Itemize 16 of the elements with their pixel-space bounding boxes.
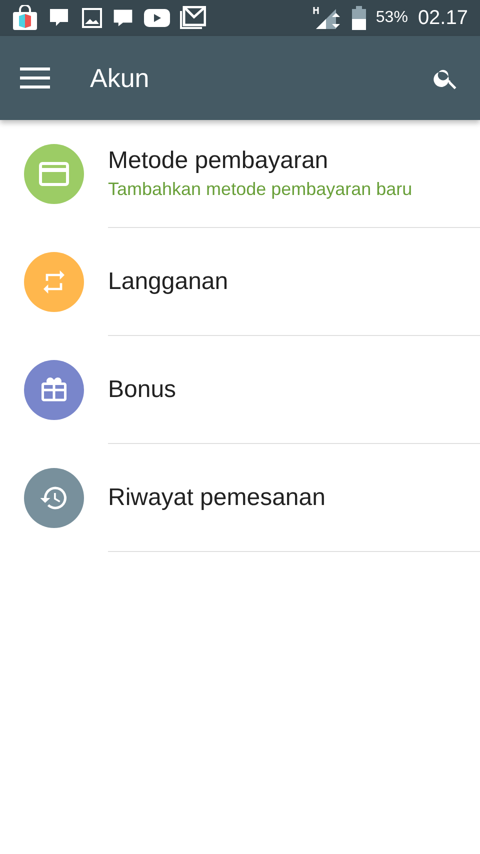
screen-title: Akun bbox=[90, 62, 150, 94]
store-bag-icon bbox=[12, 5, 38, 31]
battery-icon bbox=[352, 6, 366, 30]
play-icon bbox=[144, 8, 170, 28]
item-subtitle: Tambahkan metode pembayaran baru bbox=[108, 179, 414, 200]
item-title[interactable]: Metode pembayaran bbox=[108, 147, 480, 175]
mail-icon bbox=[180, 6, 206, 30]
image-icon bbox=[82, 8, 102, 28]
chat-icon bbox=[112, 7, 134, 29]
battery-percentage: 53% bbox=[376, 9, 408, 27]
clock-time: 02.17 bbox=[418, 6, 468, 30]
signal-icon bbox=[312, 6, 342, 30]
item-title[interactable]: Langganan bbox=[108, 268, 480, 296]
item-title[interactable]: Riwayat pemesanan bbox=[108, 484, 480, 512]
card-icon bbox=[39, 162, 69, 186]
item-title[interactable]: Bonus bbox=[108, 376, 480, 404]
